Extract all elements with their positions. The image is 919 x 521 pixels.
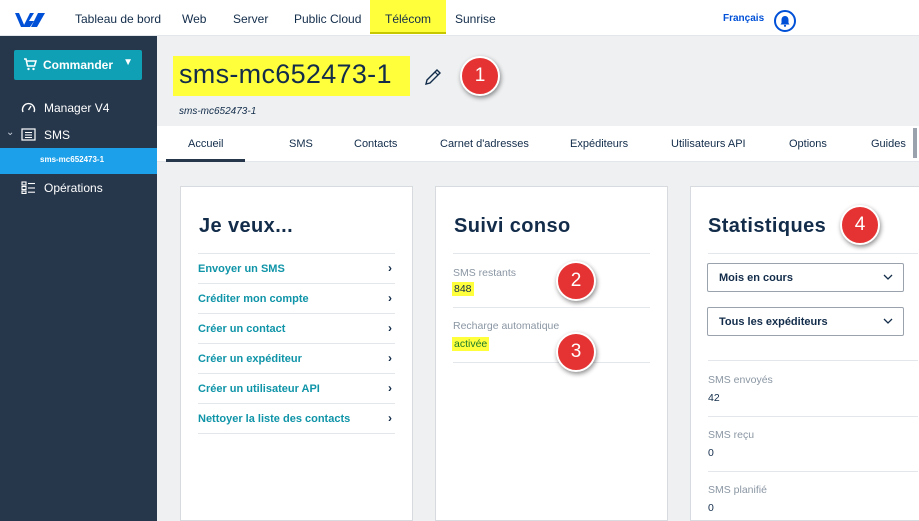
nav-server[interactable]: Server [233,0,268,36]
auto-recharge-value: activée [452,337,490,351]
list-icon [21,128,36,141]
sms-remaining-value: 848 [452,282,474,296]
chevron-down-icon [883,318,893,324]
link-label: Nettoyer la liste des contacts [198,413,351,425]
callout-badge: 4 [840,205,880,245]
stat-label: SMS planifié [708,484,767,496]
link-crediter-compte[interactable]: Créditer mon compte › [198,284,395,314]
tab-carnet-adresses[interactable]: Carnet d'adresses [440,126,529,162]
chevron-right-icon: › [388,261,392,275]
tab-expediteurs[interactable]: Expéditeurs [570,126,628,162]
sidebar: Commander ▼ Manager V4 ⌄ SMS sms-mc65247… [0,36,157,521]
divider [198,433,395,434]
stat-value: 0 [708,447,714,459]
select-value: Mois en cours [719,272,793,284]
card-title: Statistiques [708,215,827,237]
cart-icon [24,58,37,71]
order-button[interactable]: Commander ▼ [14,50,142,80]
divider [708,360,918,361]
period-select[interactable]: Mois en cours [707,263,904,292]
tab-accueil[interactable]: Accueil [166,126,246,162]
chevron-right-icon: › [388,381,392,395]
callout-badge: 3 [556,332,596,372]
divider [708,253,918,254]
link-creer-utilisateur-api[interactable]: Créer un utilisateur API › [198,374,395,404]
sidebar-item-sms[interactable]: ⌄ SMS [0,122,157,148]
operations-icon [21,181,35,194]
link-label: Créer un contact [198,323,286,335]
tab-options[interactable]: Options [789,126,827,162]
stat-label: SMS envoyés [708,374,773,386]
card-statistiques: Statistiques SMS envoyés 42 SMS reçu 0 S… [690,186,919,521]
link-creer-expediteur[interactable]: Créer un expéditeur › [198,344,395,374]
auto-recharge-label: Recharge automatique [453,320,560,332]
ovh-logo[interactable] [13,8,47,32]
sidebar-item-sms-account[interactable]: sms-mc652473-1 [0,148,157,174]
stat-value: 42 [708,392,720,404]
chevron-down-icon: ▼ [123,57,133,68]
nav-web[interactable]: Web [182,0,206,36]
sender-select[interactable]: Tous les expéditeurs [707,307,904,336]
tab-bar: Accueil SMS Contacts Carnet d'adresses E… [157,126,919,162]
card-title: Je veux... [199,215,294,237]
sidebar-item-label: SMS [44,128,71,142]
divider [453,307,650,308]
divider [708,471,918,472]
link-nettoyer-contacts[interactable]: Nettoyer la liste des contacts › [198,404,395,434]
chevron-right-icon: › [388,291,392,305]
sidebar-item-manager-v4[interactable]: Manager V4 [0,95,157,121]
callout-badge: 1 [460,56,500,96]
divider [453,362,650,363]
nav-sunrise[interactable]: Sunrise [455,0,496,36]
stat-value: 0 [708,502,714,514]
language-selector[interactable]: Français [723,13,764,24]
link-label: Envoyer un SMS [198,263,285,275]
page-subtitle: sms-mc652473-1 [179,106,257,117]
tab-sms[interactable]: SMS [289,126,313,162]
chevron-right-icon: › [388,351,392,365]
divider [708,416,918,417]
chevron-down-icon[interactable]: ⌄ [6,127,14,138]
link-label: Créer un expéditeur [198,353,302,365]
sidebar-item-label: Manager V4 [44,101,110,115]
link-envoyer-sms[interactable]: Envoyer un SMS › [198,254,395,284]
notifications-button[interactable] [774,10,796,32]
tab-utilisateurs-api[interactable]: Utilisateurs API [671,126,746,162]
bell-icon [780,16,790,27]
pencil-icon[interactable] [423,67,443,87]
link-label: Créditer mon compte [198,293,309,305]
card-title: Suivi conso [454,215,571,237]
chevron-right-icon: › [388,321,392,335]
nav-tableau-de-bord[interactable]: Tableau de bord [75,0,161,36]
sidebar-item-label: sms-mc652473-1 [40,155,105,164]
link-label: Créer un utilisateur API [198,383,320,395]
tab-contacts[interactable]: Contacts [354,126,397,162]
sidebar-item-operations[interactable]: Opérations [0,175,157,201]
chevron-right-icon: › [388,411,392,425]
card-je-veux: Je veux... Envoyer un SMS › Créditer mon… [180,186,413,521]
chevron-down-icon [883,274,893,280]
callout-badge: 2 [556,261,596,301]
card-suivi-conso: Suivi conso SMS restants 848 Recharge au… [435,186,668,521]
tab-guides[interactable]: Guides [871,126,906,162]
top-navigation: Tableau de bord Web Server Public Cloud … [0,0,919,36]
gauge-icon [21,102,36,113]
select-value: Tous les expéditeurs [719,316,828,328]
link-creer-contact[interactable]: Créer un contact › [198,314,395,344]
nav-public-cloud[interactable]: Public Cloud [294,0,361,36]
sidebar-item-label: Opérations [44,181,103,195]
tab-scrollbar[interactable] [913,128,917,158]
sms-remaining-label: SMS restants [453,267,517,279]
page-title: sms-mc652473-1 [179,59,392,89]
stat-label: SMS reçu [708,429,755,441]
nav-telecom[interactable]: Télécom [370,0,447,34]
order-button-label: Commander [43,58,114,72]
divider [453,253,650,254]
